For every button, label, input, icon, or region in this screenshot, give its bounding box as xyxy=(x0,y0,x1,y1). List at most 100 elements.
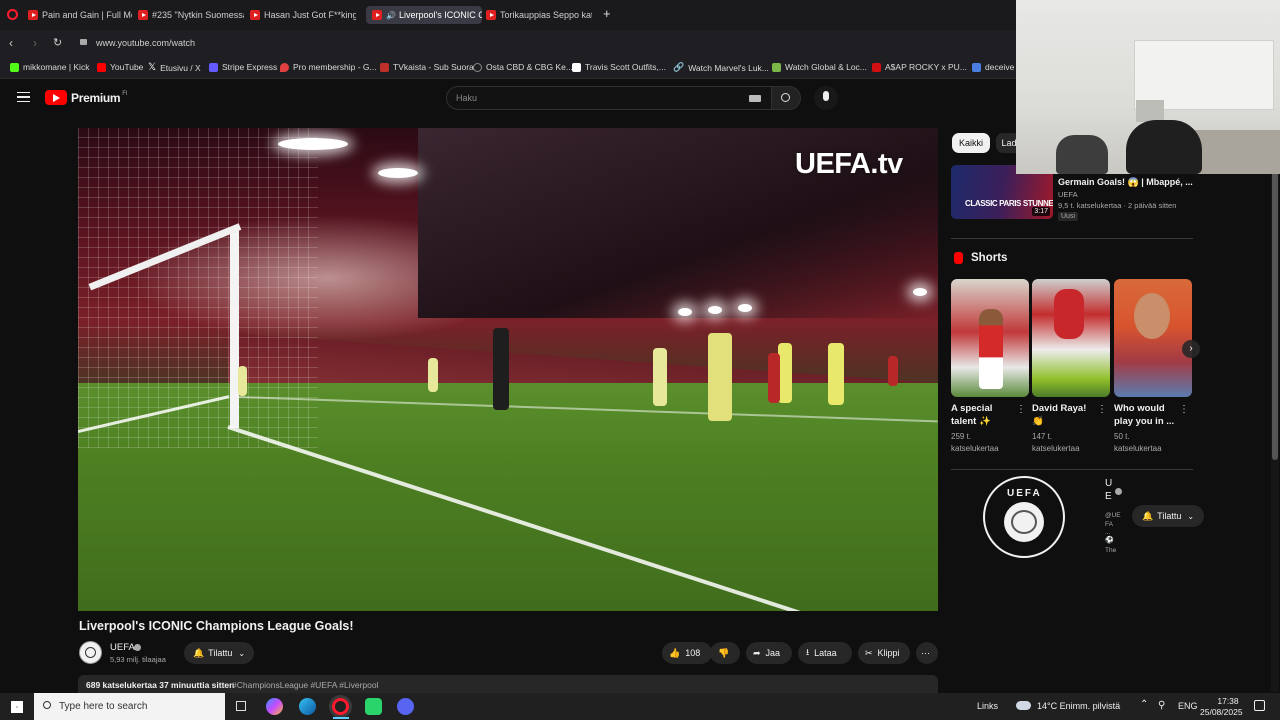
channel-card-name[interactable]: U xyxy=(1105,478,1112,489)
bookmark-item[interactable]: Osta CBD & CBG Ke... xyxy=(473,62,573,72)
bookmark-label: A$AP ROCKY x PU... xyxy=(885,62,967,72)
search-bar[interactable]: Haku xyxy=(446,86,772,110)
search-button[interactable] xyxy=(771,86,801,110)
bookmark-item[interactable]: 𝕏 Etusivu / X xyxy=(148,62,201,73)
youtube-favicon-icon xyxy=(372,10,382,20)
notification-icon[interactable] xyxy=(1254,700,1265,711)
bookmark-item[interactable]: Pro membership - G... xyxy=(280,62,377,72)
description-box[interactable]: 689 katselukertaa 37 minuuttia sitten #C… xyxy=(78,675,938,695)
discord-app-icon[interactable] xyxy=(397,698,414,715)
related-video-channel[interactable]: UEFA xyxy=(1058,190,1078,199)
verified-icon xyxy=(1115,488,1122,495)
shorts-next-button[interactable]: › xyxy=(1182,340,1200,358)
youtube-premium-logo[interactable]: Premium FI xyxy=(45,90,128,105)
clock-date[interactable]: 25/08/2025 xyxy=(1200,707,1243,717)
taskbar-search-box[interactable]: Type here to search xyxy=(34,693,225,720)
subscribed-button[interactable]: 🔔 Tilattu ⌄ xyxy=(184,642,254,664)
reload-icon[interactable]: ↻ xyxy=(53,36,62,49)
channel-card-avatar[interactable]: UEFA xyxy=(983,476,1065,558)
browser-tab[interactable]: Torikauppias Seppo katso xyxy=(486,6,592,24)
description-tags[interactable]: #ChampionsLeague #UEFA #Liverpool xyxy=(232,680,379,690)
person-silhouette xyxy=(1126,120,1202,174)
network-icon[interactable]: ⚲ xyxy=(1158,700,1165,711)
download-button[interactable]: ⭳ Lataa xyxy=(798,642,852,664)
bookmark-item[interactable]: A$AP ROCKY x PU... xyxy=(872,62,967,72)
short-title[interactable]: A special talent ✨ xyxy=(951,402,1013,428)
copilot-app-icon[interactable] xyxy=(266,698,283,715)
lock-icon[interactable] xyxy=(80,39,87,45)
short-views: 147 t. katselukertaa xyxy=(1032,432,1080,453)
more-actions-button[interactable]: ⋯ xyxy=(916,642,938,664)
tab-title: Pain and Gain | Full Movie xyxy=(42,10,132,20)
bookmark-item[interactable]: TVkaista - Sub Suora xyxy=(380,62,474,72)
spreadsheet-app-icon[interactable] xyxy=(365,698,382,715)
dislike-button[interactable]: 👎 xyxy=(710,642,740,664)
scrollbar-thumb[interactable] xyxy=(1272,170,1278,460)
edge-app-icon[interactable] xyxy=(299,698,316,715)
windows-start-icon[interactable] xyxy=(11,701,23,713)
links-toolbar-label[interactable]: Links xyxy=(977,701,998,711)
bookmark-item[interactable]: deceive xyxy=(972,62,1014,72)
channel-avatar[interactable] xyxy=(79,641,102,664)
browser-tab-active[interactable]: 🔊 Liverpool's ICONIC C xyxy=(366,6,482,24)
short-thumbnail[interactable] xyxy=(951,279,1029,397)
channel-name[interactable]: UEFA xyxy=(110,642,135,653)
subscribed-label: Tilattu xyxy=(1157,511,1182,521)
channel-card-subscribed-button[interactable]: 🔔 Tilattu ⌄ xyxy=(1132,505,1204,527)
short-thumbnail[interactable] xyxy=(1114,279,1192,397)
more-vertical-icon[interactable]: ⋮ xyxy=(1097,404,1107,415)
voice-search-button[interactable] xyxy=(814,86,838,110)
clip-button[interactable]: ✂ Klippi xyxy=(858,642,910,664)
audio-icon[interactable]: 🔊 xyxy=(386,11,396,20)
channel-card-name[interactable]: E xyxy=(1105,491,1112,502)
video-player[interactable]: UEFA.tv xyxy=(78,128,938,611)
bookmark-label: Travis Scott Outfits,... xyxy=(585,62,666,72)
channel-card-desc: The xyxy=(1105,547,1117,554)
thumbs-down-icon: 👎 xyxy=(718,647,730,658)
chip-all[interactable]: Kaikki xyxy=(952,133,990,153)
bookmark-item[interactable]: Travis Scott Outfits,... xyxy=(572,62,666,72)
bookmark-label: YouTube xyxy=(110,62,144,72)
weather-icon[interactable] xyxy=(1016,701,1031,710)
language-indicator[interactable]: ENG xyxy=(1178,701,1198,711)
player-yellow xyxy=(828,343,844,405)
browser-tab[interactable]: Hasan Just Got F**king Ob xyxy=(250,6,356,24)
weather-text[interactable]: 14°C Enimm. pilvistä xyxy=(1037,701,1120,711)
like-button[interactable]: 👍 108 xyxy=(662,642,712,664)
divider xyxy=(951,469,1193,470)
chevron-up-icon[interactable]: ⌃ xyxy=(1140,699,1148,710)
keyboard-icon[interactable] xyxy=(749,95,761,102)
short-title[interactable]: David Raya! 👏 xyxy=(1032,402,1094,428)
hamburger-menu-icon[interactable] xyxy=(17,92,30,102)
floodlight xyxy=(738,304,752,312)
search-input[interactable]: Haku xyxy=(456,93,477,103)
bookmark-item[interactable]: YouTube xyxy=(97,62,143,72)
url-field[interactable]: www.youtube.com/watch xyxy=(96,38,195,48)
browser-tab[interactable]: #235 "Nytkin Suomessa o xyxy=(138,6,244,24)
related-video-title[interactable]: Germain Goals! 😱 | Mbappé, ... xyxy=(1058,177,1193,188)
back-icon[interactable]: ‹ xyxy=(9,36,13,50)
short-thumbnail[interactable] xyxy=(1032,279,1110,397)
video-title: Liverpool's ICONIC Champions League Goal… xyxy=(79,619,354,633)
forward-icon[interactable]: › xyxy=(33,36,37,50)
task-view-icon[interactable] xyxy=(236,701,246,711)
bookmark-item[interactable]: Stripe Express xyxy=(209,62,277,72)
site-icon xyxy=(972,62,981,72)
share-button[interactable]: ➦ Jaa xyxy=(746,642,792,664)
bookmark-item[interactable]: mikkomane | Kick xyxy=(10,62,89,72)
bookmark-item[interactable]: 🔗 Watch Marvel's Luk... xyxy=(673,62,769,73)
more-vertical-icon[interactable]: ⋮ xyxy=(1179,404,1189,415)
subscribed-label: Tilattu xyxy=(208,648,233,658)
clock-time[interactable]: 17:38 xyxy=(1213,696,1243,706)
new-tab-button[interactable]: + xyxy=(603,7,611,21)
opera-logo-icon[interactable] xyxy=(7,9,18,20)
bookmark-label: Osta CBD & CBG Ke... xyxy=(486,62,573,72)
browser-tab[interactable]: Pain and Gain | Full Movie xyxy=(28,6,132,24)
more-vertical-icon[interactable]: ⋮ xyxy=(1016,404,1026,415)
bookmark-item[interactable]: Watch Global & Loc... xyxy=(772,62,867,72)
bell-icon: 🔔 xyxy=(192,647,205,658)
short-title[interactable]: Who would play you in ... xyxy=(1114,402,1176,428)
taskbar-search-input[interactable]: Type here to search xyxy=(59,701,147,712)
opera-app-icon[interactable] xyxy=(332,698,349,715)
windows-taskbar: Type here to search Links 14°C Enimm. pi… xyxy=(0,693,1280,720)
